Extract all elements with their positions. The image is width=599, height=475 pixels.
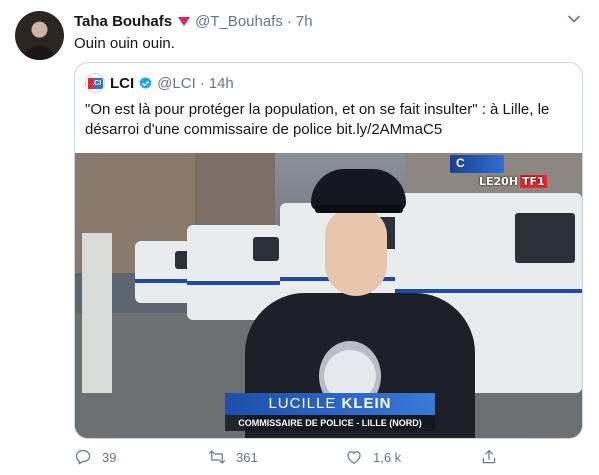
officer-cap-band (315, 205, 403, 213)
share-button[interactable] (480, 448, 508, 466)
video-pillar (82, 233, 112, 393)
retweet-icon (208, 450, 226, 464)
quoted-tweet-time[interactable]: 14h (209, 75, 234, 92)
author-name[interactable]: Taha Bouhafs (74, 13, 172, 30)
broadcast-logo: LE20H TF1 (479, 175, 547, 188)
lci-avatar: LCI (85, 73, 105, 93)
lower-third-name: LUCILLE KLEIN (225, 393, 435, 415)
lower-third-last-name: KLEIN (341, 395, 392, 412)
tweet-time[interactable]: 7h (296, 13, 313, 30)
retweet-button[interactable]: 361 (208, 448, 258, 466)
broadcast-logo-text: LE20H (479, 175, 519, 188)
tweet-text: Ouin ouin ouin. (74, 35, 175, 52)
verified-badge-icon (139, 76, 152, 89)
lower-third: LUCILLE KLEIN COMMISSAIRE DE POLICE - LI… (225, 393, 435, 437)
quoted-separator-dot: · (199, 74, 205, 92)
author-handle[interactable]: @T_Bouhafs (195, 13, 283, 30)
tweet-actions: 39 361 1,6 k (74, 448, 574, 470)
video-thumbnail[interactable]: LE20HTF1 LUCILLE KLEIN COMMISSAIRE DE PO… (75, 153, 582, 438)
retweet-count: 361 (236, 449, 258, 465)
heart-icon (347, 451, 361, 464)
separator-dot: · (286, 13, 292, 30)
officer-face (325, 208, 387, 296)
quoted-tweet-card[interactable]: LCI LCI @LCI · 14h "On est là pour proté… (74, 62, 583, 439)
quoted-tweet-text: "On est là pour protéger la population, … (85, 101, 550, 138)
reply-icon (75, 450, 91, 465)
author-avatar[interactable] (15, 11, 64, 60)
quoted-author-handle[interactable]: @LCI (157, 75, 196, 92)
like-button[interactable]: 1,6 k (345, 448, 401, 466)
reply-button[interactable]: 39 (74, 448, 116, 466)
quoted-tweet-header: LCI LCI @LCI · 14h (85, 73, 234, 93)
broadcast-channel: TF1 (520, 175, 547, 188)
lower-third-role: COMMISSAIRE DE POLICE - LILLE (NORD) (225, 415, 435, 431)
lci-channel-badge (450, 155, 504, 173)
quoted-author-name[interactable]: LCI (110, 75, 134, 92)
red-triangle-icon (178, 17, 191, 26)
like-count: 1,6 k (373, 449, 402, 465)
chevron-down-icon[interactable] (567, 12, 581, 26)
lower-third-first-name: LUCILLE (268, 395, 337, 412)
reply-count: 39 (102, 449, 117, 465)
share-icon (482, 450, 496, 464)
tweet-header: Taha Bouhafs @T_Bouhafs · 7h (74, 13, 313, 30)
